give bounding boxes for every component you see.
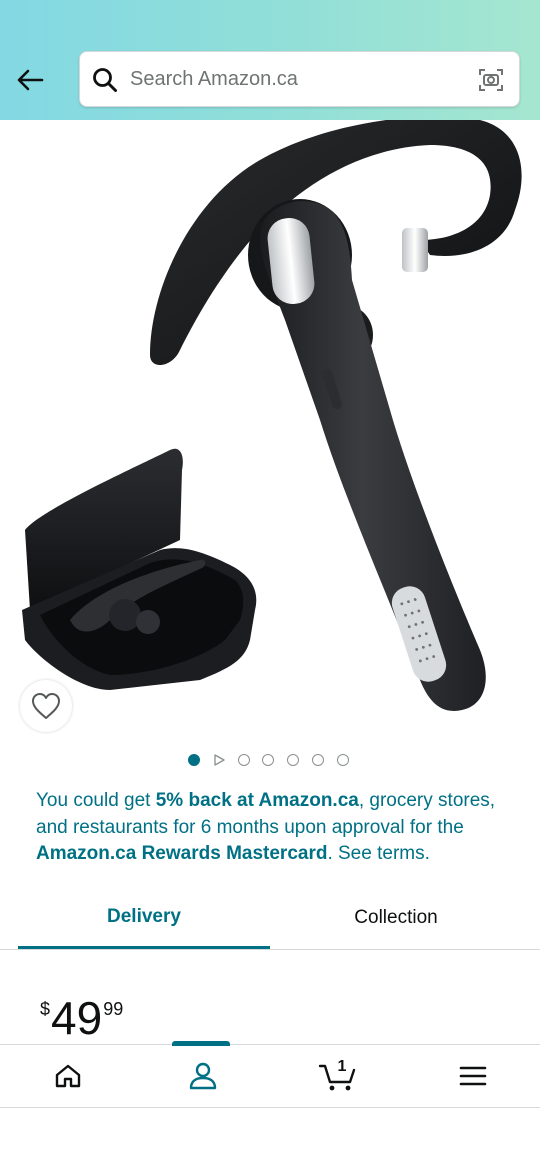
carousel-dot[interactable] bbox=[237, 754, 250, 766]
nav-home[interactable] bbox=[0, 1045, 135, 1107]
promo-text: You could get bbox=[36, 790, 156, 811]
menu-icon bbox=[459, 1066, 486, 1086]
video-play-icon[interactable] bbox=[213, 754, 225, 766]
promo-highlight: 5% back at Amazon.ca bbox=[155, 790, 359, 811]
product-price: $ 49 99 bbox=[40, 993, 123, 1043]
credit-card-promo[interactable]: You could get 5% back at Amazon.ca, groc… bbox=[36, 788, 516, 868]
wishlist-button[interactable] bbox=[20, 680, 72, 732]
carousel-dot[interactable] bbox=[336, 754, 349, 766]
promo-card-name: Amazon.ca Rewards Mastercard bbox=[36, 843, 328, 865]
nav-menu[interactable] bbox=[405, 1045, 540, 1107]
price-fraction: 99 bbox=[103, 999, 124, 1019]
camera-search-icon[interactable] bbox=[478, 67, 504, 93]
carousel-dot[interactable] bbox=[311, 754, 324, 766]
carousel-indicator bbox=[188, 753, 362, 767]
bottom-navigation bbox=[0, 1041, 540, 1108]
heart-icon bbox=[32, 693, 60, 719]
back-button[interactable] bbox=[10, 60, 50, 100]
carousel-dot[interactable] bbox=[287, 754, 300, 766]
nav-account[interactable] bbox=[135, 1045, 270, 1107]
carousel-dot-active[interactable] bbox=[188, 754, 200, 766]
top-header bbox=[0, 0, 540, 120]
tab-delivery[interactable]: Delivery bbox=[18, 888, 270, 949]
product-image[interactable] bbox=[0, 120, 540, 728]
price-whole: 49 bbox=[51, 992, 103, 1044]
search-bar[interactable] bbox=[79, 51, 520, 107]
bluetooth-headset-image bbox=[22, 120, 522, 711]
fulfillment-tabs: Delivery Collection bbox=[0, 888, 540, 950]
search-input[interactable] bbox=[130, 52, 470, 106]
tab-collection[interactable]: Collection bbox=[270, 888, 522, 948]
cart-count-badge: 1 bbox=[337, 1058, 347, 1075]
carousel-dot[interactable] bbox=[262, 754, 275, 766]
search-icon bbox=[93, 68, 117, 92]
promo-see-terms-link[interactable]: . See terms. bbox=[327, 843, 429, 864]
account-icon bbox=[189, 1062, 216, 1090]
home-icon bbox=[55, 1064, 80, 1088]
price-currency-symbol: $ bbox=[40, 999, 51, 1019]
back-arrow-icon bbox=[17, 69, 44, 91]
nav-cart[interactable] bbox=[270, 1045, 405, 1107]
